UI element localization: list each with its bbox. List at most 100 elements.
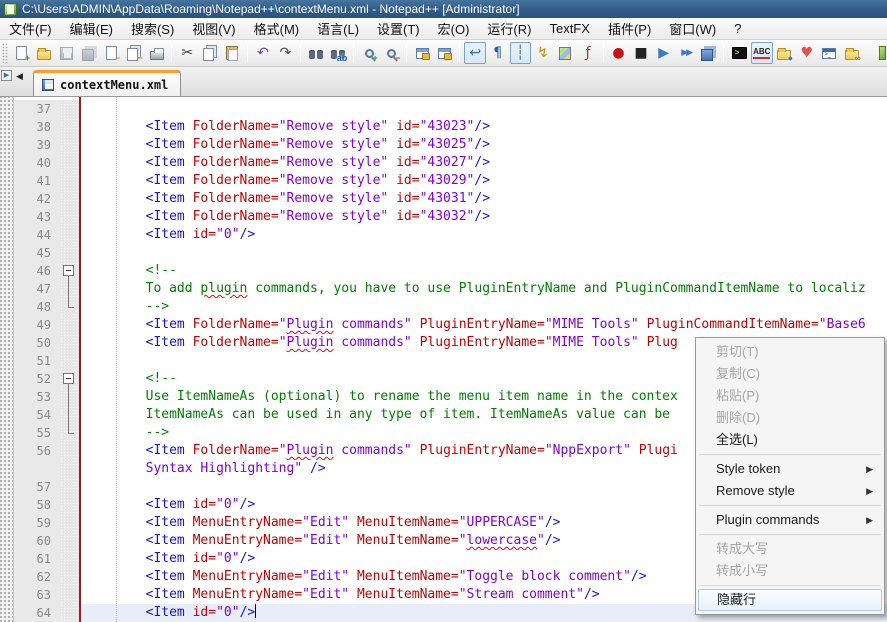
save-button[interactable] xyxy=(56,42,78,64)
plugin-heart-button[interactable]: ♥ xyxy=(796,42,818,64)
context-menu-item-copy[interactable]: 复制(C) xyxy=(698,363,882,385)
line-number[interactable]: 55 xyxy=(14,424,60,442)
line-number[interactable]: 50 xyxy=(14,334,60,352)
sync-horizontal-scrolling-button[interactable] xyxy=(434,42,456,64)
line-number[interactable]: 51 xyxy=(14,352,60,370)
line-number[interactable]: 60 xyxy=(14,532,60,550)
docked-panel-grip[interactable] xyxy=(0,97,14,622)
console-button[interactable] xyxy=(728,42,750,64)
fold-margin[interactable] xyxy=(60,496,79,514)
menu-bar-item-11[interactable]: 插件(P) xyxy=(599,17,660,40)
fold-margin[interactable] xyxy=(60,280,79,298)
context-menu-item-select-all[interactable]: 全选(L) xyxy=(698,429,882,451)
menu-bar-item-9[interactable]: 运行(R) xyxy=(478,17,540,40)
word-wrap-button[interactable]: ↩ xyxy=(464,42,486,64)
line-number[interactable]: 57 xyxy=(14,478,60,496)
fold-margin[interactable] xyxy=(60,208,79,226)
line-number[interactable]: 45 xyxy=(14,244,60,262)
fold-margin[interactable] xyxy=(60,244,79,262)
fold-margin[interactable] xyxy=(60,190,79,208)
fold-collapse-icon[interactable] xyxy=(63,373,74,384)
line-number[interactable]: 59 xyxy=(14,514,60,532)
fold-margin[interactable] xyxy=(60,370,79,388)
macro-save-button[interactable] xyxy=(698,42,720,64)
menu-bar-item-3[interactable]: 搜索(S) xyxy=(122,17,183,40)
show-all-characters-button[interactable]: ¶ xyxy=(487,42,509,64)
menu-bar-item-4[interactable]: 视图(V) xyxy=(183,17,244,40)
line-number[interactable]: 47 xyxy=(14,280,60,298)
code-text[interactable]: <Item FolderName="Remove style" id="4302… xyxy=(79,172,887,190)
paste-button[interactable] xyxy=(222,42,244,64)
fold-margin[interactable] xyxy=(60,406,79,424)
fold-margin[interactable] xyxy=(60,568,79,586)
menu-bar-item-2[interactable]: 编辑(E) xyxy=(61,17,122,40)
line-number[interactable]: 61 xyxy=(14,550,60,568)
menu-bar-item-1[interactable]: 文件(F) xyxy=(0,17,61,40)
context-menu-item-paste[interactable]: 粘贴(P) xyxy=(698,385,882,407)
code-text[interactable] xyxy=(79,100,887,118)
fold-margin[interactable] xyxy=(60,514,79,532)
menu-bar-item-6[interactable]: 语言(L) xyxy=(308,17,368,40)
line-number[interactable]: 44 xyxy=(14,226,60,244)
line-number[interactable]: 56 xyxy=(14,442,60,460)
fold-margin[interactable] xyxy=(60,532,79,550)
menu-bar-item-12[interactable]: 窗口(W) xyxy=(660,17,725,40)
fold-margin[interactable] xyxy=(60,550,79,568)
context-menu-item-style-token[interactable]: Style token▶ xyxy=(698,458,882,480)
zoom-out-button[interactable]: − xyxy=(381,42,403,64)
print-button[interactable] xyxy=(146,42,168,64)
new-file-button[interactable]: + xyxy=(11,42,33,64)
menu-bar-item-13[interactable]: ? xyxy=(725,19,750,38)
code-text[interactable]: <!-- xyxy=(79,262,887,280)
line-number[interactable]: 39 xyxy=(14,136,60,154)
folder-as-workspace-button[interactable]: ∞ xyxy=(841,42,863,64)
menu-bar-item-10[interactable]: TextFX xyxy=(540,19,598,38)
fold-margin[interactable] xyxy=(60,586,79,604)
open-file-button[interactable] xyxy=(33,42,55,64)
line-number[interactable]: 42 xyxy=(14,190,60,208)
line-number[interactable]: 53 xyxy=(14,388,60,406)
tab-contextmenu-xml[interactable]: contextMenu.xml xyxy=(33,70,181,96)
line-number[interactable]: 38 xyxy=(14,118,60,136)
fold-margin[interactable] xyxy=(60,334,79,352)
line-number[interactable]: 37 xyxy=(14,100,60,118)
replace-button[interactable]: ab xyxy=(328,42,350,64)
macro-stop-button[interactable]: ■ xyxy=(630,42,652,64)
fold-margin[interactable] xyxy=(60,100,79,118)
line-number[interactable]: 46 xyxy=(14,262,60,280)
menu-bar-item-5[interactable]: 格式(M) xyxy=(245,17,309,40)
fold-margin[interactable] xyxy=(60,298,79,316)
find-button[interactable] xyxy=(305,42,327,64)
macro-run-multiple-button[interactable]: ▶▶ xyxy=(675,42,697,64)
find-in-files-button[interactable]: ● xyxy=(774,42,796,64)
line-number[interactable]: 40 xyxy=(14,154,60,172)
line-number[interactable]: 49 xyxy=(14,316,60,334)
close-file-button[interactable]: − xyxy=(101,42,123,64)
line-number[interactable]: 52 xyxy=(14,370,60,388)
line-number[interactable]: 48 xyxy=(14,298,60,316)
cut-button[interactable]: ✂ xyxy=(176,42,198,64)
clipped-toolbar-icon[interactable] xyxy=(864,42,887,64)
fold-margin[interactable] xyxy=(60,478,79,496)
document-map-button[interactable] xyxy=(555,42,577,64)
close-all-button[interactable]: − xyxy=(123,42,145,64)
code-text[interactable]: --> xyxy=(79,298,887,316)
redo-button[interactable]: ↷ xyxy=(275,42,297,64)
fold-margin[interactable] xyxy=(60,460,79,478)
code-text[interactable]: <Item id="0"/> xyxy=(79,226,887,244)
copy-button[interactable] xyxy=(199,42,221,64)
context-menu-item-delete[interactable]: 删除(D) xyxy=(698,407,882,429)
context-menu-item-to-lowercase[interactable]: 转成小写 xyxy=(698,560,882,582)
fold-margin[interactable] xyxy=(60,136,79,154)
undo-button[interactable]: ↶ xyxy=(252,42,274,64)
menu-bar-item-7[interactable]: 设置(T) xyxy=(368,17,429,40)
dock-expand-button[interactable]: ▶ xyxy=(1,70,12,81)
line-number[interactable]: 63 xyxy=(14,586,60,604)
code-text[interactable]: <Item FolderName="Remove style" id="4303… xyxy=(79,190,887,208)
code-text[interactable]: <Item FolderName="Remove style" id="4303… xyxy=(79,208,887,226)
line-number[interactable]: 62 xyxy=(14,568,60,586)
indent-guide-button[interactable]: ┆ xyxy=(510,42,532,64)
fold-margin[interactable] xyxy=(60,172,79,190)
fold-margin[interactable] xyxy=(60,154,79,172)
zoom-in-button[interactable]: + xyxy=(358,42,380,64)
